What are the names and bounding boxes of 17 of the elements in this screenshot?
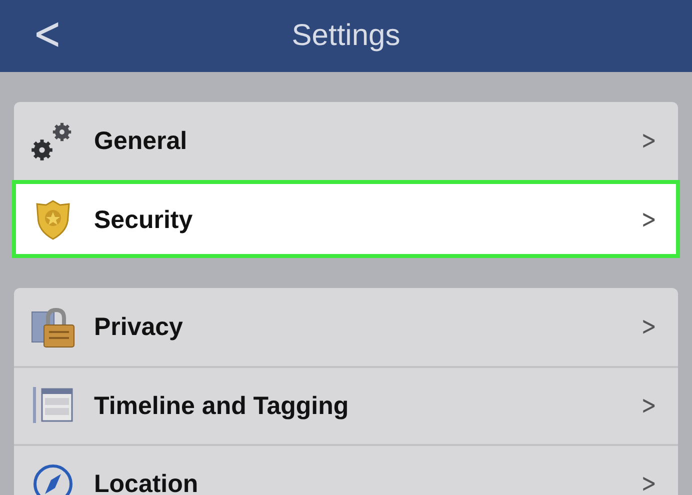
item-label: Privacy [94, 312, 184, 342]
chevron: > [641, 469, 657, 495]
settings-item[interactable]: Timeline and Tagging > [14, 366, 678, 444]
settings-item[interactable]: Location > [14, 444, 678, 495]
item-label: Location [94, 470, 200, 495]
chevron: > [641, 126, 657, 156]
chevron: > [641, 391, 657, 421]
chevron: > [641, 205, 657, 235]
settings-item[interactable]: Privacy > [14, 288, 678, 366]
item-label: Security [94, 206, 194, 234]
highlighted-settings-item[interactable]: Security > [12, 180, 680, 258]
back-button[interactable]: < [28, 8, 66, 58]
chevron: > [641, 312, 657, 342]
settings-item[interactable]: General > [14, 102, 678, 180]
item-label: Timeline and Tagging [94, 392, 350, 420]
page-title: Settings [292, 19, 400, 53]
item-label: General [94, 126, 188, 156]
